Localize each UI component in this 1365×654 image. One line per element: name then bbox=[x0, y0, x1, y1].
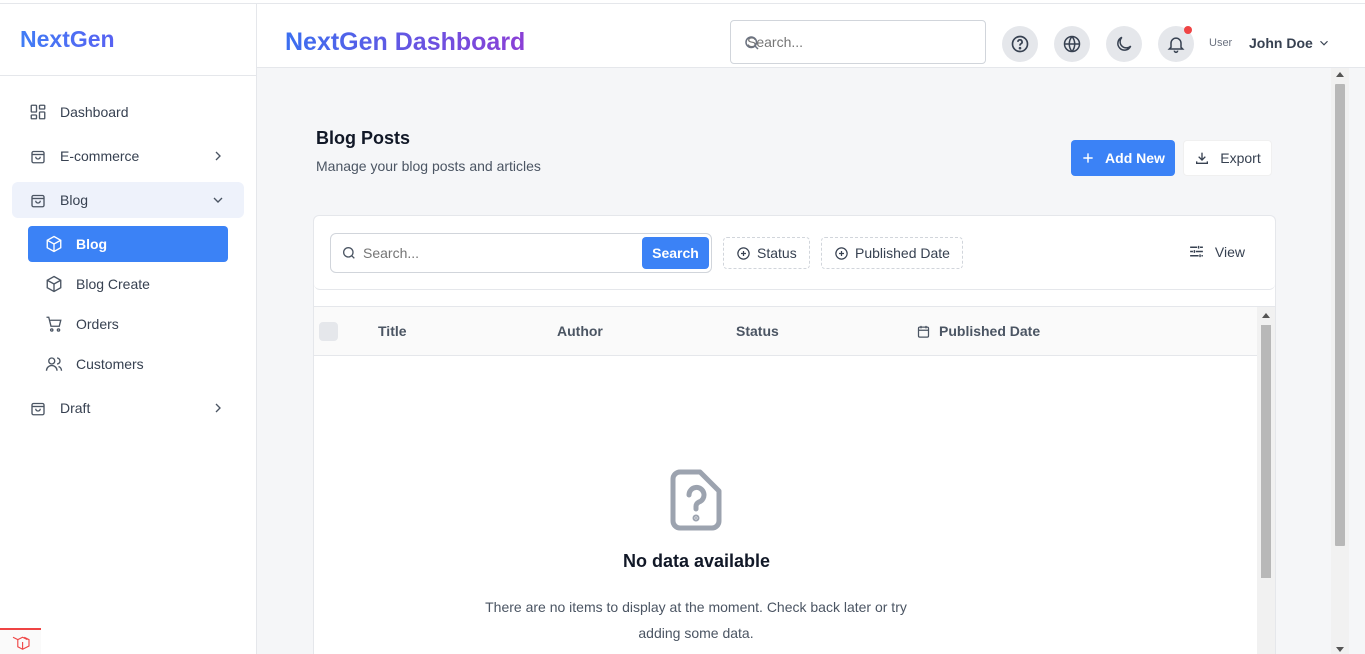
sidebar-subitem-label: Customers bbox=[76, 356, 144, 372]
blog-posts-card: Search Status Published Date View Title … bbox=[313, 215, 1276, 654]
help-icon bbox=[1011, 35, 1029, 53]
bell-icon bbox=[1167, 37, 1185, 54]
sidebar-item-label: E-commerce bbox=[60, 148, 140, 164]
empty-state-description: There are no items to display at the mom… bbox=[485, 599, 907, 641]
add-new-button[interactable]: Add New bbox=[1071, 140, 1175, 176]
scroll-up-arrow-icon[interactable] bbox=[1336, 72, 1344, 77]
export-button[interactable]: Export bbox=[1183, 140, 1272, 176]
section-subtitle: Manage your blog posts and articles bbox=[316, 158, 541, 174]
header-search-box[interactable] bbox=[730, 20, 986, 64]
add-new-label: Add New bbox=[1105, 150, 1165, 166]
header-search-input[interactable] bbox=[731, 21, 951, 63]
shopping-bag-icon bbox=[28, 190, 48, 210]
sidebar-subitem-customers[interactable]: Customers bbox=[28, 346, 228, 382]
calendar-icon bbox=[916, 324, 931, 339]
user-name[interactable]: John Doe bbox=[1249, 35, 1313, 51]
sidebar-subitem-blog[interactable]: Blog bbox=[28, 226, 228, 262]
filter-toolbar: Search Status Published Date View bbox=[314, 216, 1275, 290]
scroll-up-arrow-icon[interactable] bbox=[1262, 313, 1270, 318]
plus-icon bbox=[1081, 151, 1095, 165]
column-header-published-date[interactable]: Published Date bbox=[916, 323, 1040, 339]
scrollbar-thumb[interactable] bbox=[1261, 325, 1271, 578]
plus-circle-icon bbox=[834, 246, 849, 261]
sidebar-item-dashboard[interactable]: Dashboard bbox=[12, 94, 244, 130]
sidebar-subitem-orders[interactable]: Orders bbox=[28, 306, 228, 342]
column-header-title[interactable]: Title bbox=[378, 323, 407, 339]
search-icon bbox=[745, 36, 759, 50]
section-title: Blog Posts bbox=[316, 128, 411, 148]
box-icon bbox=[44, 234, 64, 254]
users-icon bbox=[44, 354, 64, 374]
cart-icon bbox=[44, 314, 64, 334]
box-icon bbox=[44, 274, 64, 294]
brand-logo[interactable]: NextGen bbox=[0, 4, 256, 76]
sidebar-item-draft[interactable]: Draft bbox=[12, 390, 244, 426]
empty-state-title: No data available bbox=[622, 551, 771, 571]
sidebar-subitem-label: Orders bbox=[76, 316, 119, 332]
theme-toggle-button[interactable] bbox=[1106, 26, 1142, 62]
sidebar-item-blog[interactable]: Blog bbox=[12, 182, 244, 218]
language-button[interactable] bbox=[1054, 26, 1090, 62]
table-header: Title Author Status Published Date bbox=[314, 307, 1257, 356]
sidebar: NextGen Dashboard E-commerce Blog Blog B… bbox=[0, 4, 257, 654]
chevron-right-icon bbox=[215, 151, 221, 161]
moon-icon bbox=[1117, 36, 1132, 51]
sliders-icon bbox=[1188, 243, 1205, 260]
framework-logo-icon[interactable] bbox=[0, 628, 41, 654]
chevron-right-icon bbox=[215, 403, 221, 413]
scrollbar-thumb[interactable] bbox=[1335, 84, 1345, 546]
file-question-icon bbox=[670, 469, 722, 531]
help-button[interactable] bbox=[1002, 26, 1038, 62]
sidebar-subitem-label: Blog Create bbox=[76, 276, 150, 292]
top-header: NextGen Dashboard User John Doe bbox=[257, 4, 1365, 68]
status-filter-button[interactable]: Status bbox=[723, 237, 810, 269]
published-date-filter-label: Published Date bbox=[855, 245, 950, 261]
sidebar-item-label: Draft bbox=[60, 400, 91, 416]
plus-circle-icon bbox=[736, 246, 751, 261]
view-options-button[interactable]: View bbox=[1188, 243, 1245, 260]
view-label: View bbox=[1214, 243, 1245, 260]
sidebar-item-label: Dashboard bbox=[60, 104, 129, 120]
sidebar-subitem-blog-create[interactable]: Blog Create bbox=[28, 266, 228, 302]
table-search-input[interactable] bbox=[361, 234, 631, 272]
data-table: Title Author Status Published Date No da… bbox=[314, 306, 1275, 654]
table-scrollbar[interactable] bbox=[1257, 307, 1275, 654]
column-header-status[interactable]: Status bbox=[736, 323, 779, 339]
shopping-bag-icon bbox=[28, 146, 48, 166]
search-icon bbox=[343, 247, 355, 259]
sidebar-subitem-label: Blog bbox=[76, 236, 108, 252]
sidebar-item-ecommerce[interactable]: E-commerce bbox=[12, 138, 244, 174]
scroll-down-arrow-icon[interactable] bbox=[1336, 647, 1344, 652]
column-header-author[interactable]: Author bbox=[557, 323, 603, 339]
search-button[interactable]: Search bbox=[642, 237, 709, 269]
avatar[interactable]: User bbox=[1209, 28, 1239, 58]
status-filter-label: Status bbox=[757, 245, 797, 261]
chevron-down-icon[interactable] bbox=[1317, 36, 1331, 50]
globe-icon bbox=[1063, 35, 1081, 53]
sidebar-nav: Dashboard E-commerce Blog Blog Blog Crea… bbox=[0, 76, 256, 426]
dashboard-grid-icon bbox=[28, 102, 48, 122]
shopping-bag-icon bbox=[28, 398, 48, 418]
export-label: Export bbox=[1220, 150, 1261, 166]
page-title: NextGen Dashboard bbox=[285, 28, 526, 56]
notification-dot bbox=[1184, 26, 1192, 34]
column-header-label: Published Date bbox=[939, 323, 1041, 339]
download-icon bbox=[1194, 150, 1210, 166]
select-all-checkbox[interactable] bbox=[319, 322, 338, 341]
published-date-filter-button[interactable]: Published Date bbox=[821, 237, 963, 269]
notifications-button[interactable] bbox=[1158, 26, 1194, 62]
table-search-box[interactable]: Search bbox=[330, 233, 712, 273]
chevron-down-icon bbox=[213, 197, 223, 203]
sidebar-item-label: Blog bbox=[60, 192, 89, 208]
page-scrollbar[interactable] bbox=[1331, 68, 1349, 654]
